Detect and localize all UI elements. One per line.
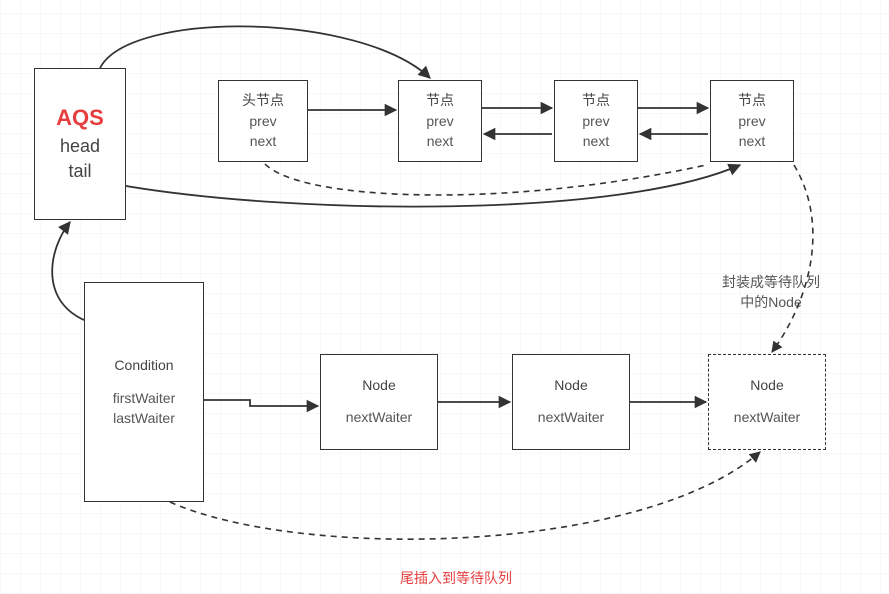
wait-node-2: Node nextWaiter <box>512 354 630 450</box>
wait-node-1: Node nextWaiter <box>320 354 438 450</box>
sync-node-2: 节点 prev next <box>554 80 638 162</box>
wait-node-3-title: Node <box>750 376 783 396</box>
sync-head-node: 头节点 prev next <box>218 80 308 162</box>
condition-last: lastWaiter <box>113 409 175 429</box>
aqs-head: head <box>60 134 100 159</box>
sync-node-2-title: 节点 <box>582 91 610 111</box>
wait-node-3: Node nextWaiter <box>708 354 826 450</box>
sync-node-2-next: next <box>583 132 609 152</box>
aqs-title: AQS <box>56 103 104 134</box>
sync-node-1-prev: prev <box>426 112 453 132</box>
sync-node-1: 节点 prev next <box>398 80 482 162</box>
label-tail-insert: 尾插入到等待队列 <box>400 568 512 588</box>
wait-node-2-next: nextWaiter <box>538 408 604 428</box>
wait-node-3-next: nextWaiter <box>734 408 800 428</box>
aqs-box: AQS head tail <box>34 68 126 220</box>
wait-node-1-title: Node <box>362 376 395 396</box>
condition-box: Condition firstWaiter lastWaiter <box>84 282 204 502</box>
sync-head-title: 头节点 <box>242 91 284 111</box>
condition-first: firstWaiter <box>113 389 175 409</box>
wait-node-1-next: nextWaiter <box>346 408 412 428</box>
sync-node-3: 节点 prev next <box>710 80 794 162</box>
sync-head-next: next <box>250 132 276 152</box>
sync-node-3-prev: prev <box>738 112 765 132</box>
sync-node-1-title: 节点 <box>426 91 454 111</box>
label-wrap-node: 封装成等待队列 中的Node <box>722 272 820 312</box>
sync-head-prev: prev <box>249 112 276 132</box>
wait-node-2-title: Node <box>554 376 587 396</box>
condition-title: Condition <box>114 356 173 376</box>
aqs-tail: tail <box>68 159 91 184</box>
sync-node-2-prev: prev <box>582 112 609 132</box>
sync-node-3-next: next <box>739 132 765 152</box>
sync-node-1-next: next <box>427 132 453 152</box>
sync-node-3-title: 节点 <box>738 91 766 111</box>
